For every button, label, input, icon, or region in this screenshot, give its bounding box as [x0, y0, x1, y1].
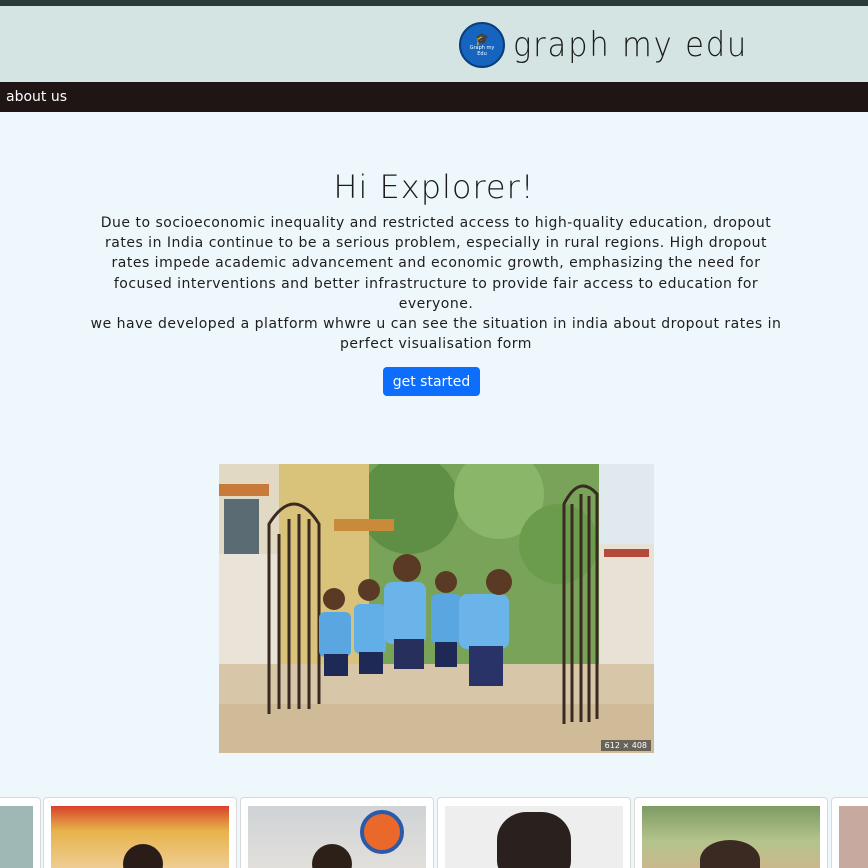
person-silhouette — [700, 840, 760, 868]
students-photo-illustration — [219, 464, 654, 753]
site-brand-title: graph my edu — [513, 25, 749, 65]
hero-paragraph-problem: Due to socioeconomic inequality and rest… — [100, 215, 772, 312]
person-silhouette — [312, 844, 352, 868]
image-size-badge: 612 × 408 — [600, 740, 651, 751]
logo-text: Graph my Edu — [469, 45, 495, 57]
team-cards-row — [0, 797, 868, 868]
team-card[interactable] — [43, 797, 237, 868]
get-started-button[interactable]: get started — [383, 367, 480, 396]
team-card[interactable] — [240, 797, 434, 868]
team-card[interactable] — [0, 797, 41, 868]
hero-image-students-running: 612 × 408 — [219, 464, 654, 753]
team-photo — [445, 806, 623, 868]
person-silhouette — [497, 812, 571, 868]
team-photo — [839, 806, 868, 868]
team-card[interactable] — [634, 797, 828, 868]
team-card[interactable] — [831, 797, 868, 868]
team-photo — [51, 806, 229, 868]
site-header: 🎓 Graph my Edu graph my edu — [0, 6, 868, 82]
team-photo — [248, 806, 426, 868]
team-photo — [642, 806, 820, 868]
navbar: about us — [0, 82, 868, 112]
team-photo — [0, 806, 33, 868]
hero-paragraph-platform: we have developed a platform whwre u can… — [90, 316, 782, 353]
hero-description: Due to socioeconomic inequality and rest… — [90, 213, 782, 354]
badge-emblem — [360, 810, 404, 854]
person-silhouette — [123, 844, 163, 868]
hero-title: Hi Explorer! — [333, 168, 535, 206]
team-card[interactable] — [437, 797, 631, 868]
site-logo[interactable]: 🎓 Graph my Edu — [459, 22, 505, 68]
graduation-cap-icon: 🎓 — [474, 32, 490, 46]
nav-link-about-us[interactable]: about us — [6, 87, 67, 107]
